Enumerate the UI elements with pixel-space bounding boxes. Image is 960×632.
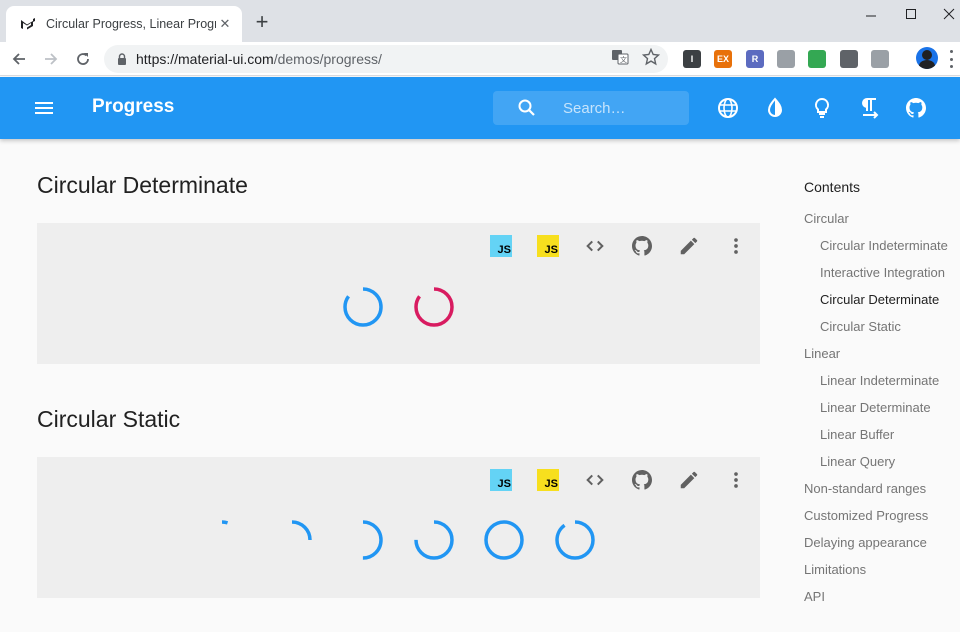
progress-arc <box>484 520 524 560</box>
lock-icon <box>118 53 126 65</box>
toc-item[interactable]: Interactive Integration <box>804 263 960 282</box>
js-badge-yellow[interactable]: JS <box>536 234 560 258</box>
text-direction-icon[interactable] <box>857 96 881 120</box>
download-ext-icon[interactable] <box>777 50 795 68</box>
edit-icon[interactable] <box>677 234 701 258</box>
toc-item[interactable]: Circular Determinate <box>804 290 960 309</box>
tab-close-icon[interactable]: ✕ <box>216 15 234 33</box>
address-bar: https://material-ui.com/demos/progress/ … <box>0 42 960 76</box>
toc-item[interactable]: Linear <box>804 344 960 363</box>
green-ext-icon[interactable] <box>808 50 826 68</box>
infinity-ext-icon[interactable] <box>840 50 858 68</box>
download2-ext-icon[interactable] <box>871 50 889 68</box>
svg-text:文: 文 <box>620 55 627 64</box>
toc-item[interactable]: Delaying appearance <box>804 533 960 552</box>
translate-icon[interactable]: 文 <box>611 48 629 66</box>
search-box <box>493 91 689 125</box>
search-input[interactable] <box>563 99 673 117</box>
browser-menu-icon[interactable] <box>948 50 954 68</box>
determinate-progress-blue <box>343 287 383 327</box>
menu-icon[interactable] <box>30 96 58 120</box>
github-icon[interactable] <box>904 96 928 120</box>
url-input[interactable]: https://material-ui.com/demos/progress/ <box>104 45 668 73</box>
show-source-icon[interactable] <box>583 468 607 492</box>
bookmark-ext-icon[interactable]: I <box>683 50 701 68</box>
tab-title: Circular Progress, Linear Progre <box>46 17 216 31</box>
toc-item[interactable]: Linear Determinate <box>804 398 960 417</box>
demo-circular-determinate: JS JS <box>37 223 760 364</box>
toc-item[interactable]: API <box>804 587 960 606</box>
toc-item[interactable]: Linear Buffer <box>804 425 960 444</box>
url-path: /demos/progress/ <box>273 51 382 67</box>
github-source-icon[interactable] <box>630 234 654 258</box>
js-badge-blue[interactable]: JS <box>489 468 513 492</box>
page-title: Progress <box>92 96 175 117</box>
minimize-icon[interactable] <box>856 4 886 24</box>
static-progress-75 <box>414 520 454 560</box>
static-progress-90 <box>555 520 595 560</box>
close-window-icon[interactable] <box>934 4 960 24</box>
url-host: https://material-ui.com <box>136 51 274 67</box>
js-badge-label: JS <box>537 469 559 491</box>
toc-item[interactable]: Circular <box>804 209 960 228</box>
more-options-icon[interactable] <box>724 468 748 492</box>
theme-toggle-icon[interactable] <box>763 96 787 120</box>
toc-item[interactable]: Circular Indeterminate <box>804 236 960 255</box>
reload-icon[interactable] <box>72 48 94 70</box>
new-tab-icon[interactable]: + <box>252 11 272 33</box>
r-ext-icon[interactable]: R <box>746 50 764 68</box>
language-icon[interactable] <box>716 96 740 120</box>
profile-avatar[interactable] <box>916 47 938 69</box>
back-icon[interactable] <box>8 48 30 70</box>
toc-item[interactable]: Limitations <box>804 560 960 579</box>
progress-arc <box>202 520 242 560</box>
toc-item[interactable]: Non-standard ranges <box>804 479 960 498</box>
toc-item[interactable]: Linear Indeterminate <box>804 371 960 390</box>
js-badge-yellow[interactable]: JS <box>536 468 560 492</box>
js-badge-label: JS <box>490 469 512 491</box>
lightbulb-icon[interactable] <box>810 96 834 120</box>
js-badge-label: JS <box>490 235 512 257</box>
edit-icon[interactable] <box>677 468 701 492</box>
js-badge-blue[interactable]: JS <box>489 234 513 258</box>
github-source-icon[interactable] <box>630 468 654 492</box>
toc-item[interactable]: Circular Static <box>804 317 960 336</box>
more-options-icon[interactable] <box>724 234 748 258</box>
static-progress-100 <box>484 520 524 560</box>
browser-tab[interactable]: Circular Progress, Linear Progre ✕ <box>6 6 242 42</box>
static-progress-25 <box>272 520 312 560</box>
toc-title: Contents <box>804 179 861 195</box>
ex-ext-icon[interactable]: EX <box>714 50 732 68</box>
toc-item[interactable]: Linear Query <box>804 452 960 471</box>
mui-logo-icon <box>21 18 35 30</box>
search-icon <box>518 99 535 116</box>
determinate-progress-pink <box>414 287 454 327</box>
progress-arc <box>343 520 383 560</box>
static-progress-50 <box>343 520 383 560</box>
static-progress-5 <box>202 520 242 560</box>
app-bar: Progress <box>0 77 960 139</box>
js-badge-label: JS <box>537 235 559 257</box>
demo-circular-static: JS JS <box>37 457 760 598</box>
show-source-icon[interactable] <box>583 234 607 258</box>
section-title-circular-static: Circular Static <box>37 406 181 432</box>
section-title-circular-determinate: Circular Determinate <box>37 172 248 198</box>
table-of-contents: Contents Circular Circular Indeterminate I… <box>804 176 960 614</box>
progress-arc <box>272 520 312 560</box>
bookmark-star-icon[interactable] <box>642 48 660 66</box>
progress-arc <box>555 520 595 560</box>
toc-item[interactable]: Customized Progress <box>804 506 960 525</box>
progress-arc <box>414 520 454 560</box>
browser-tab-bar: Circular Progress, Linear Progre ✕ + <box>0 0 960 42</box>
forward-icon[interactable] <box>40 48 62 70</box>
maximize-icon[interactable] <box>896 4 926 24</box>
